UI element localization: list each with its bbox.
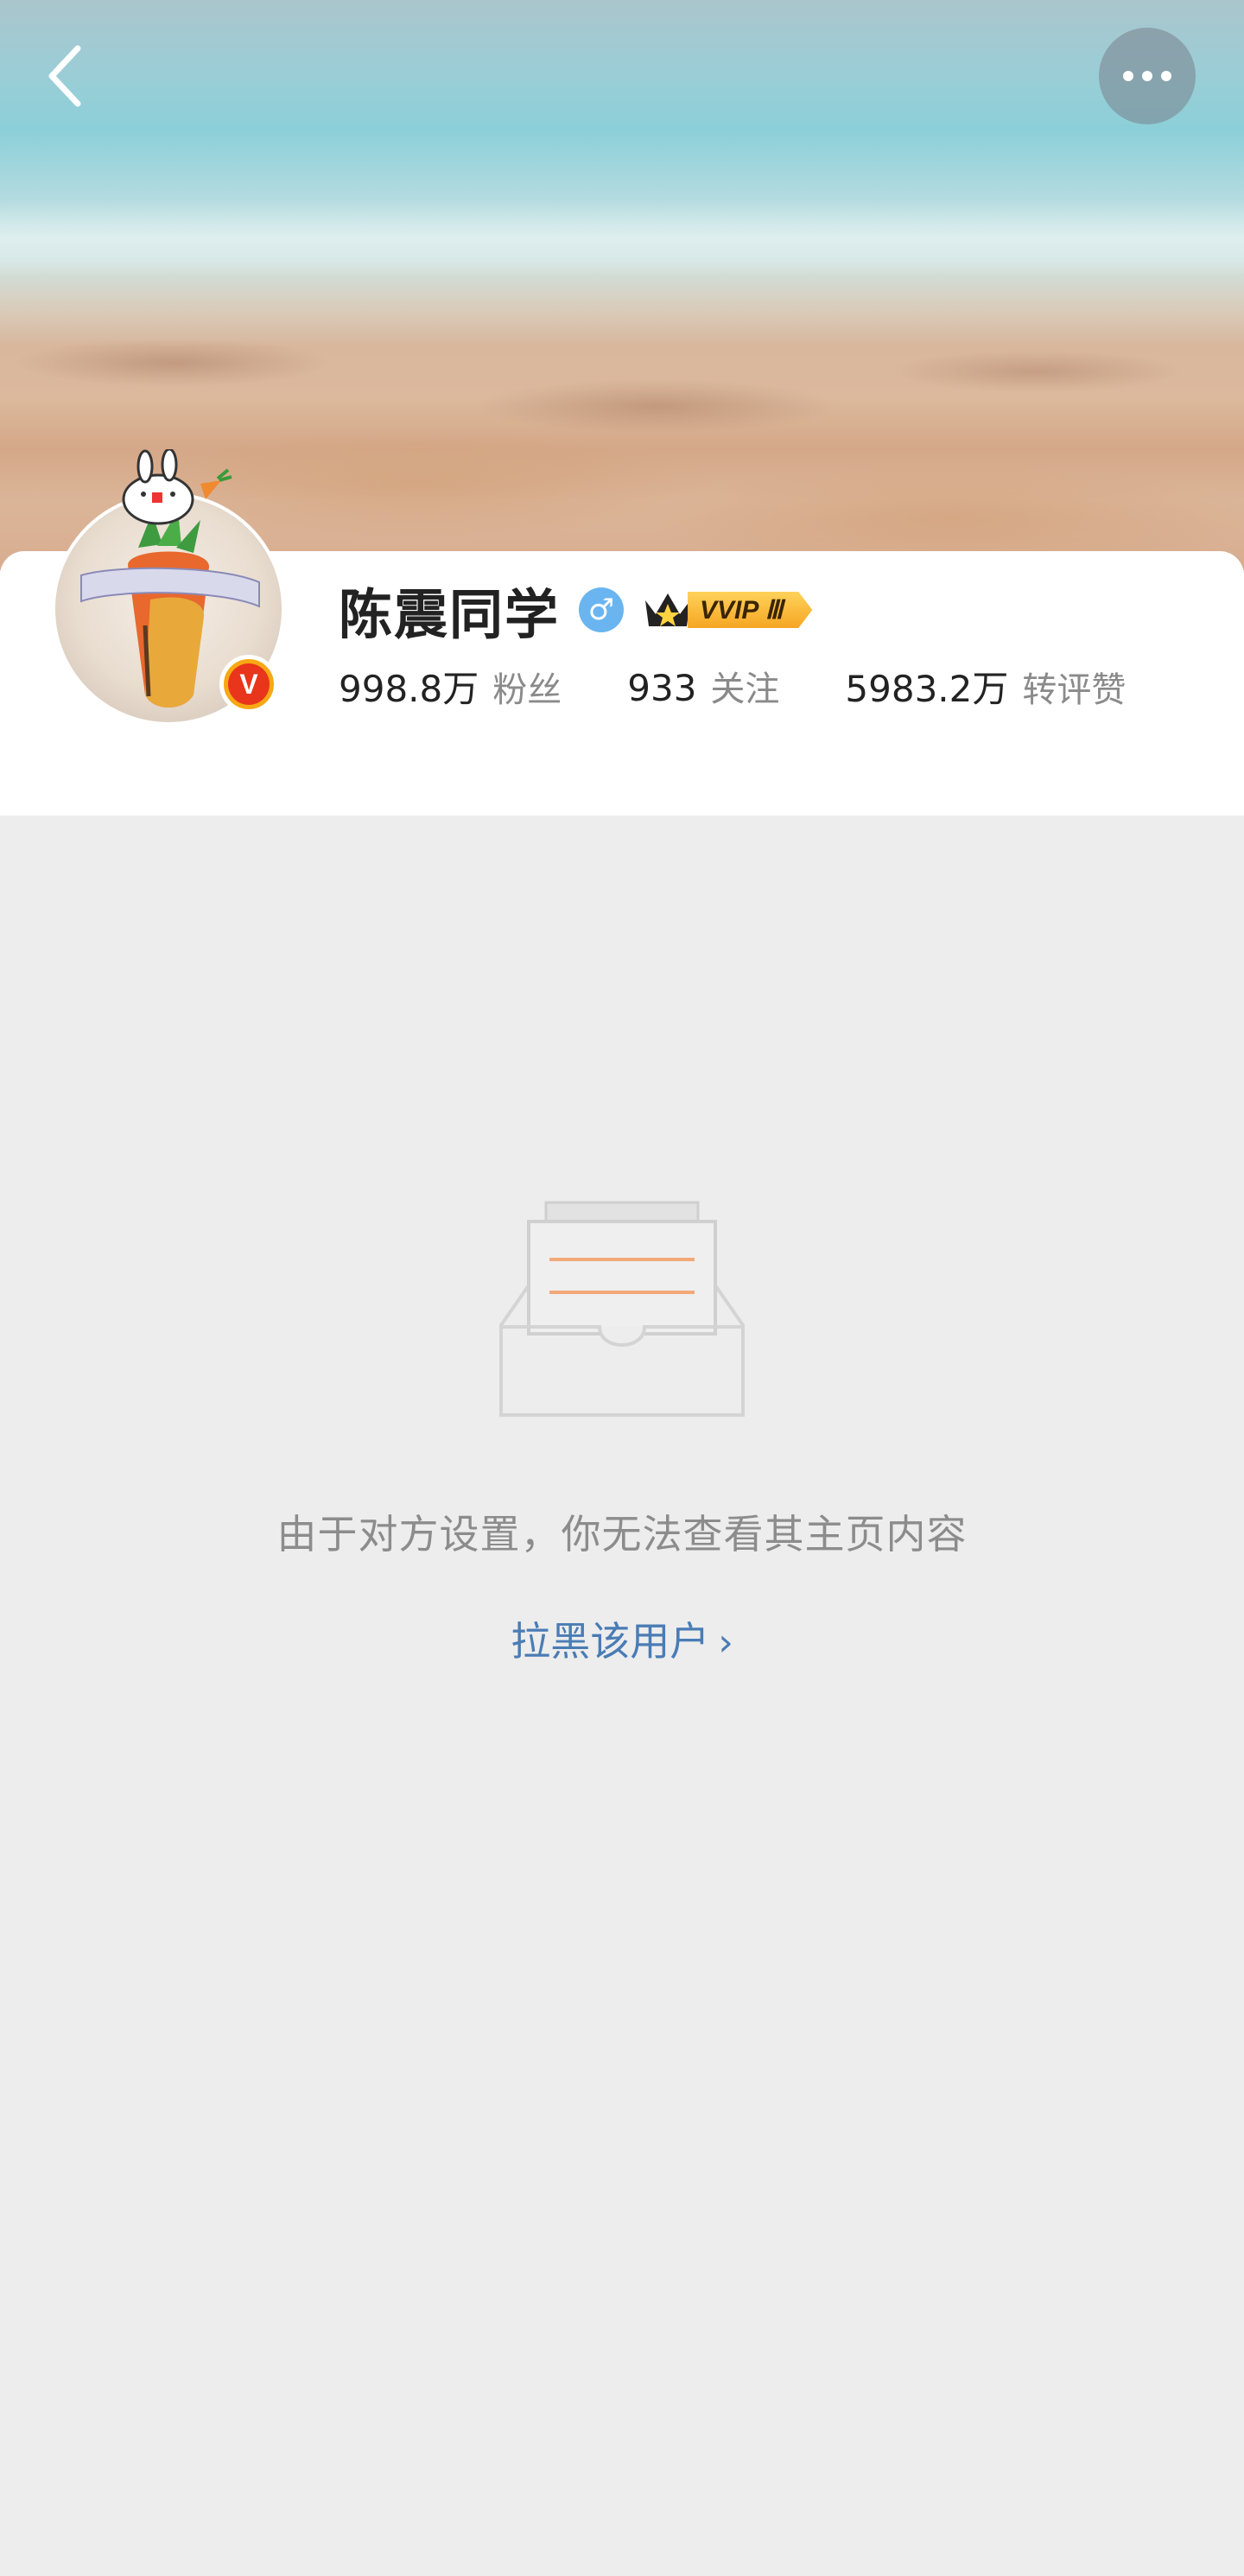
block-user-link[interactable]: 拉黑该用户 › <box>0 1610 1244 1667</box>
user-name: 陈震同学 <box>339 583 561 646</box>
name-row: 陈震同学 ♂ VVIP Ⅲ <box>339 575 812 646</box>
verified-badge: V <box>219 655 278 714</box>
stat-followers[interactable]: 998.8万 粉丝 <box>339 660 562 713</box>
stat-value: 5983.2万 <box>845 667 1009 710</box>
crown-icon <box>641 587 695 632</box>
restricted-message: 由于对方设置，你无法查看其主页内容 <box>276 1511 968 1558</box>
stats-row: 998.8万 粉丝 933 关注 5983.2万 转评赞 <box>339 658 1126 714</box>
block-user-label: 拉黑该用户 <box>511 1618 710 1665</box>
stat-label: 粉丝 <box>492 669 562 710</box>
chevron-left-icon <box>48 45 81 107</box>
vip-level-label: VVIP Ⅲ <box>688 592 812 628</box>
stat-following[interactable]: 933 关注 <box>627 661 779 711</box>
vip-badge[interactable]: VVIP Ⅲ <box>641 587 812 632</box>
male-icon: ♂ <box>579 587 625 632</box>
stat-value: 998.8万 <box>339 667 479 710</box>
more-options-button[interactable] <box>1099 28 1196 124</box>
more-dots-icon <box>1119 71 1176 81</box>
chevron-right-icon: › <box>718 1621 733 1665</box>
stat-label: 关注 <box>710 669 780 709</box>
avatar-container[interactable]: V <box>50 449 309 743</box>
stat-label: 转评赞 <box>1022 669 1127 710</box>
back-button[interactable] <box>35 41 95 111</box>
verified-v-icon: V <box>228 663 270 705</box>
rabbit-mascot-icon <box>122 449 232 525</box>
stat-interactions[interactable]: 5983.2万 转评赞 <box>845 660 1126 713</box>
stat-value: 933 <box>627 667 697 709</box>
empty-inbox-icon <box>499 1201 745 1417</box>
